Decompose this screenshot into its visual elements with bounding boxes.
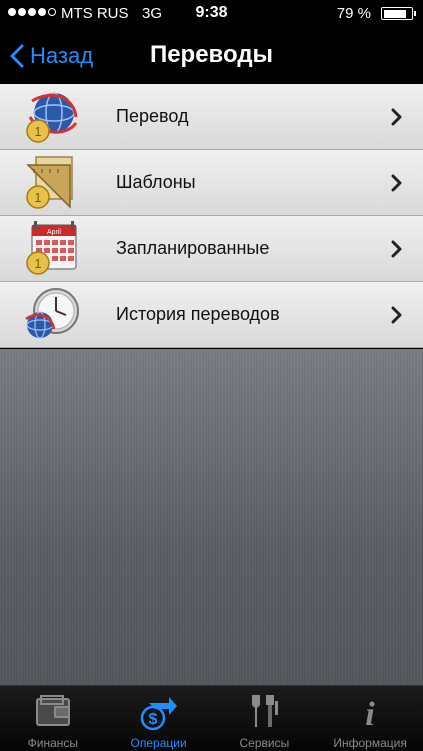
tools-icon [252,695,279,727]
tab-bar: Финансы $ Операции Сервисы i Информация [0,685,423,751]
ruler-template-icon: 1 [26,156,73,209]
menu-item-history[interactable]: История переводов [0,282,423,348]
tab-finances[interactable]: Финансы [0,686,106,751]
menu-item-label: Перевод [116,106,189,126]
chevron-right-icon [391,240,402,258]
info-icon: i [365,696,375,731]
tab-services[interactable]: Сервисы [212,686,318,751]
chevron-right-icon [391,306,402,324]
tab-operations[interactable]: $ Операции [106,686,212,751]
navigation-bar: Назад Переводы [0,28,423,84]
svg-text:1: 1 [34,256,41,271]
back-button-label: Назад [30,43,94,68]
menu-item-label: История переводов [116,304,280,324]
battery-percentage: 79 % [336,5,371,22]
chevron-right-icon [391,174,402,192]
content-background [0,349,423,685]
svg-text:$: $ [148,711,157,728]
svg-text:1: 1 [34,190,41,205]
tab-label: Операции [130,736,187,750]
chevron-left-icon [10,44,24,68]
menu-item-transfer[interactable]: 1 Перевод [0,84,423,150]
tab-label: Информация [333,736,407,750]
menu-item-scheduled[interactable]: April 1 Запланированные [0,216,423,282]
wallet-icon [35,695,70,726]
menu-item-templates[interactable]: 1 Шаблоны [0,150,423,216]
svg-text:1: 1 [34,124,41,139]
back-button[interactable]: Назад [10,41,93,71]
svg-text:i: i [365,696,375,731]
calendar-coin-icon: April 1 [26,221,77,275]
calendar-month: April [47,229,61,236]
tab-information[interactable]: i Информация [317,686,423,751]
menu-item-label: Запланированные [116,238,270,258]
dollar-transfer-icon: $ [140,697,177,731]
menu-list: 1 Перевод 1 Шаблоны April 1 Запланирован… [0,84,423,348]
chevron-right-icon [391,108,402,126]
clock-globe-icon [25,288,79,339]
globe-coin-icon: 1 [26,92,78,143]
tab-label: Финансы [27,736,79,750]
status-bar: MTS RUS 3G 9:38 79 % [0,0,423,28]
menu-item-label: Шаблоны [116,172,196,192]
tab-label: Сервисы [239,736,290,750]
battery-icon [381,7,416,20]
